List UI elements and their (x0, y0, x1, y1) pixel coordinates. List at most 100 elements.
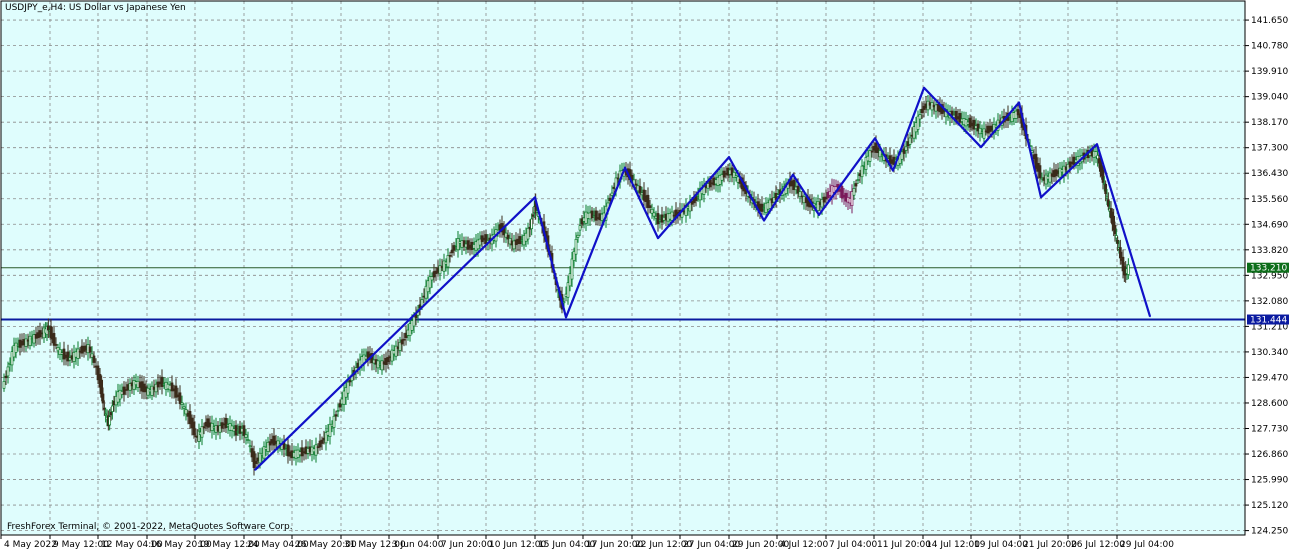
candle-body (904, 146, 908, 151)
x-tick-label: 19 Jul 04:00 (974, 540, 1028, 550)
candle-body (54, 344, 58, 346)
zigzag-vertex (728, 156, 730, 158)
price-chart[interactable]: 141.650 140.780 139.910 139.040 138.170 137.3… (0, 0, 1290, 552)
candle-body (1096, 154, 1100, 160)
zigzag-vertex (254, 469, 256, 471)
candle-body (220, 422, 224, 429)
candle-body (1101, 169, 1105, 183)
candle-body (1038, 165, 1042, 179)
x-tick-label: 21 Jul 20:00 (1023, 540, 1077, 550)
candle-body (6, 366, 10, 377)
zigzag-vertex (657, 237, 659, 239)
candle-body (608, 197, 612, 202)
candle-body (52, 332, 56, 346)
candle-body (1105, 196, 1109, 199)
candle-body (570, 258, 574, 280)
candle-body (448, 255, 452, 257)
candle-body (88, 346, 92, 353)
candle-body (656, 213, 660, 225)
bid-price-label: 133.210 (1250, 264, 1287, 274)
candle-body (578, 225, 582, 231)
copyright-text: FreshForex Terminal, © 2001-2022, MetaQu… (7, 522, 293, 532)
candle-body (852, 188, 856, 196)
candle-body (1114, 235, 1118, 239)
zigzag-vertex (1149, 315, 1151, 318)
candle-body (202, 426, 206, 429)
y-tick-label: 135.560 (1251, 195, 1288, 205)
x-tick-label: 14 Jul 12:00 (926, 540, 980, 550)
candle-body (4, 375, 8, 379)
level-price-label: 131.444 (1250, 316, 1287, 326)
candle-body (244, 434, 248, 438)
candle-body (574, 238, 578, 255)
y-tick-label: 137.300 (1251, 144, 1288, 154)
candle-body (456, 238, 460, 251)
candle-body (638, 186, 642, 194)
candle-body (320, 439, 324, 444)
x-tick-label: 11 Jul 20:00 (877, 540, 931, 550)
candle-body (412, 316, 416, 327)
candle-body (110, 405, 114, 412)
candle-body (92, 355, 96, 363)
candle-body (1106, 199, 1110, 207)
candle-body (334, 414, 338, 417)
candle-body (346, 381, 350, 394)
candle-body (2, 381, 6, 389)
zigzag-vertex (818, 214, 820, 216)
x-tick-label: 3 Jun 04:00 (392, 540, 444, 550)
price-axis[interactable]: 141.650 140.780 139.910 139.040 138.170 137.3… (1245, 16, 1288, 537)
candle-body (870, 150, 874, 153)
y-tick-label: 129.470 (1251, 373, 1288, 383)
candle-body (576, 234, 580, 238)
candle-body (1116, 239, 1120, 244)
candle-body (76, 348, 80, 359)
x-tick-label: 26 Jul 12:00 (1071, 540, 1125, 550)
y-tick-label: 134.690 (1251, 220, 1288, 230)
candle-body (634, 183, 638, 186)
candle-body (28, 335, 32, 346)
candle-body (192, 421, 196, 436)
x-tick-label: 29 Jul 04:00 (1120, 540, 1174, 550)
zigzag-vertex (923, 87, 925, 89)
y-tick-label: 139.910 (1251, 67, 1288, 77)
zigzag-vertex (980, 146, 982, 148)
candle-body (856, 179, 860, 181)
zigzag-vertex (892, 169, 894, 172)
candle-body (402, 338, 406, 341)
y-tick-label: 130.340 (1251, 348, 1288, 358)
y-tick-label: 126.860 (1251, 450, 1288, 460)
candle-body (254, 460, 258, 464)
zigzag-vertex (1096, 143, 1098, 145)
zigzag-vertex (624, 166, 626, 169)
symbol-title: USDJPY_e,H4: US Dollar vs Japanese Yen (5, 3, 186, 13)
y-tick-label: 132.080 (1251, 297, 1288, 307)
y-tick-label: 139.040 (1251, 93, 1288, 103)
candle-body (234, 425, 238, 436)
candle-body (104, 413, 108, 416)
candle-body (1126, 264, 1130, 275)
zigzag-vertex (792, 173, 794, 176)
candle-body (446, 255, 450, 268)
candle-body (180, 402, 184, 405)
candle-body (982, 128, 986, 139)
y-tick-label: 133.820 (1251, 246, 1288, 256)
candle-body (652, 212, 656, 217)
candle-body (101, 393, 105, 404)
candle-body (908, 137, 912, 145)
candle-body (246, 439, 250, 441)
candle-body (610, 192, 614, 196)
candle-body (108, 416, 112, 426)
y-tick-label: 136.430 (1251, 169, 1288, 179)
candle-body (918, 114, 922, 120)
zigzag-vertex (1040, 196, 1042, 199)
candle-body (252, 451, 256, 469)
y-tick-label: 140.780 (1251, 42, 1288, 52)
zigzag-vertex (534, 196, 536, 199)
candle-body (336, 410, 340, 412)
candle-body (1118, 247, 1122, 259)
candle-body (102, 407, 106, 410)
candle-body (314, 444, 318, 456)
zigzag-vertex (874, 137, 876, 140)
candle-body (854, 183, 858, 187)
x-tick-label: 4 May 2022 (4, 540, 57, 550)
